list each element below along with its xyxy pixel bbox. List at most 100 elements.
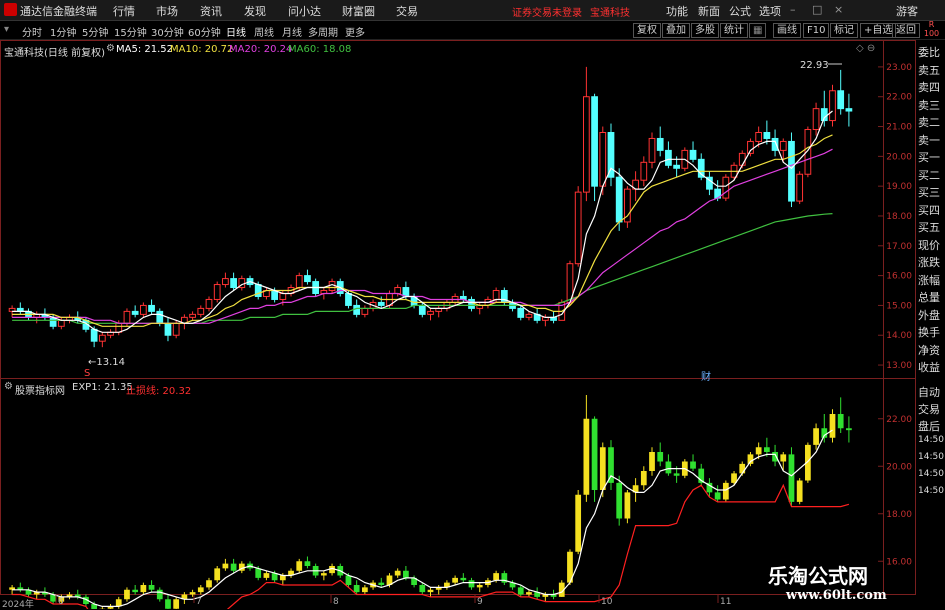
login-warning[interactable]: 证券交易未登录	[512, 4, 582, 19]
indicator-bar	[641, 471, 647, 485]
indicator-bar	[34, 592, 40, 594]
add-watchlist-button[interactable]: +自选	[860, 23, 896, 38]
ma5-line	[12, 111, 832, 332]
dropdown-icon[interactable]: ▾	[4, 24, 9, 35]
candle-body	[625, 189, 631, 222]
draw-line-button[interactable]: 画线	[773, 23, 801, 38]
menu-item-functions[interactable]: 功能	[666, 3, 688, 19]
menu-item-ask[interactable]: 问小达	[288, 3, 321, 19]
minimize-button[interactable]: –	[790, 3, 796, 16]
maximize-button[interactable]: □	[812, 3, 822, 16]
menu-item-formula[interactable]: 公式	[729, 3, 751, 19]
candle-body	[75, 317, 81, 320]
period-tab[interactable]: 周线	[254, 24, 274, 39]
f10-button[interactable]: F10	[803, 23, 829, 38]
indicator-bar	[223, 564, 229, 569]
menu-item-options[interactable]: 选项	[759, 3, 781, 19]
candle-body	[707, 177, 713, 189]
settings-gear-icon[interactable]: ⚙	[106, 43, 115, 54]
candle-body	[272, 291, 278, 300]
panel-corner-r: R	[918, 20, 945, 29]
period-tab[interactable]: 60分钟	[188, 24, 221, 39]
candle-body	[715, 189, 721, 198]
indicator-bar	[296, 561, 302, 571]
mark-button[interactable]: 标记	[830, 23, 858, 38]
date-tick-label: 9	[477, 597, 483, 607]
indicator-bar	[748, 454, 754, 464]
period-tab[interactable]: 月线	[282, 24, 302, 39]
indicator-bar	[666, 462, 672, 474]
candle-body	[542, 317, 548, 320]
overlay-button[interactable]: 叠加	[662, 23, 690, 38]
quote-field-label: 外盘	[918, 307, 945, 323]
menu-item-quotes[interactable]: 行情	[113, 3, 135, 19]
candle-body	[575, 192, 581, 264]
candle-body	[362, 308, 368, 314]
indicator-bar	[452, 578, 458, 583]
candle-body	[173, 323, 179, 335]
period-tab[interactable]: 5分钟	[82, 24, 108, 39]
indicator-bar	[305, 561, 311, 566]
period-tab-active[interactable]: 日线	[226, 24, 246, 39]
menu-item-wealth[interactable]: 财富圈	[342, 3, 375, 19]
candle-body	[206, 299, 212, 308]
candle-body	[748, 141, 754, 153]
ma60-line	[12, 214, 832, 324]
candle-body	[140, 305, 146, 314]
period-tab[interactable]: 15分钟	[114, 24, 147, 39]
period-tab[interactable]: 30分钟	[151, 24, 184, 39]
back-button[interactable]: 返回	[892, 23, 920, 38]
menu-bar: 通达信金融终端 行情 市场 资讯 发现 问小达 财富圈 交易 证券交易未登录 宝…	[0, 0, 945, 21]
indicator-bar	[313, 566, 319, 576]
menu-item-discover[interactable]: 发现	[244, 3, 266, 19]
candle-body	[296, 276, 302, 288]
period-tab-more[interactable]: 更多	[345, 24, 365, 39]
stats-button[interactable]: 统计	[720, 23, 748, 38]
indicator-bar	[830, 414, 836, 438]
candle-body	[239, 279, 245, 288]
quote-field-label: 总量	[918, 289, 945, 305]
close-button[interactable]: ×	[834, 3, 843, 16]
sub-settings-gear-icon[interactable]: ⚙	[4, 381, 13, 392]
trade-field-label: 自动	[918, 384, 945, 400]
kline-chart[interactable]: 23.0022.0021.0020.0019.0018.0017.0016.00…	[0, 0, 945, 609]
candle-body	[116, 323, 122, 332]
indicator-bar	[132, 590, 138, 592]
period-tab[interactable]: 多周期	[308, 24, 338, 39]
indicator-bar	[838, 414, 844, 428]
menu-item-new-page[interactable]: 新面	[698, 3, 720, 19]
quote-field-label: 净资	[918, 342, 945, 358]
multi-stock-button[interactable]: 多股	[691, 23, 719, 38]
date-tick-label: 7	[196, 597, 202, 607]
indicator-bar	[288, 571, 294, 576]
candle-body	[149, 305, 155, 311]
guest-label[interactable]: 游客	[896, 3, 918, 19]
candle-body	[674, 165, 680, 168]
indicator-bar	[214, 568, 220, 580]
indicator-bar	[731, 473, 737, 483]
adjust-button[interactable]: 复权	[633, 23, 661, 38]
collapse-icon[interactable]: ◇ ⊖	[856, 43, 875, 54]
candle-body	[460, 296, 466, 299]
menu-item-market[interactable]: 市场	[156, 3, 178, 19]
tool-icon[interactable]: ▦	[749, 23, 766, 38]
indicator-name: 股票指标网	[15, 382, 65, 397]
date-tick-label: 2024年	[2, 597, 34, 610]
candle-body	[551, 317, 557, 320]
exp1-label: EXP1: 21.35	[72, 382, 133, 393]
candle-body	[428, 311, 434, 314]
indicator-bar	[280, 576, 286, 581]
quote-field-label: 委比	[918, 44, 945, 60]
indicator-bar	[789, 454, 795, 502]
menu-item-news[interactable]: 资讯	[200, 3, 222, 19]
indicator-bar	[346, 576, 352, 586]
menu-item-trade[interactable]: 交易	[396, 3, 418, 19]
indicator-bar	[26, 590, 32, 595]
indicator-bar	[846, 428, 852, 430]
candle-body	[419, 305, 425, 314]
candle-body	[231, 279, 237, 288]
period-tab[interactable]: 1分钟	[50, 24, 76, 39]
ma5-label: MA5: 21.52	[116, 44, 173, 55]
period-tab[interactable]: 分时	[22, 24, 42, 39]
candle-body	[444, 302, 450, 308]
